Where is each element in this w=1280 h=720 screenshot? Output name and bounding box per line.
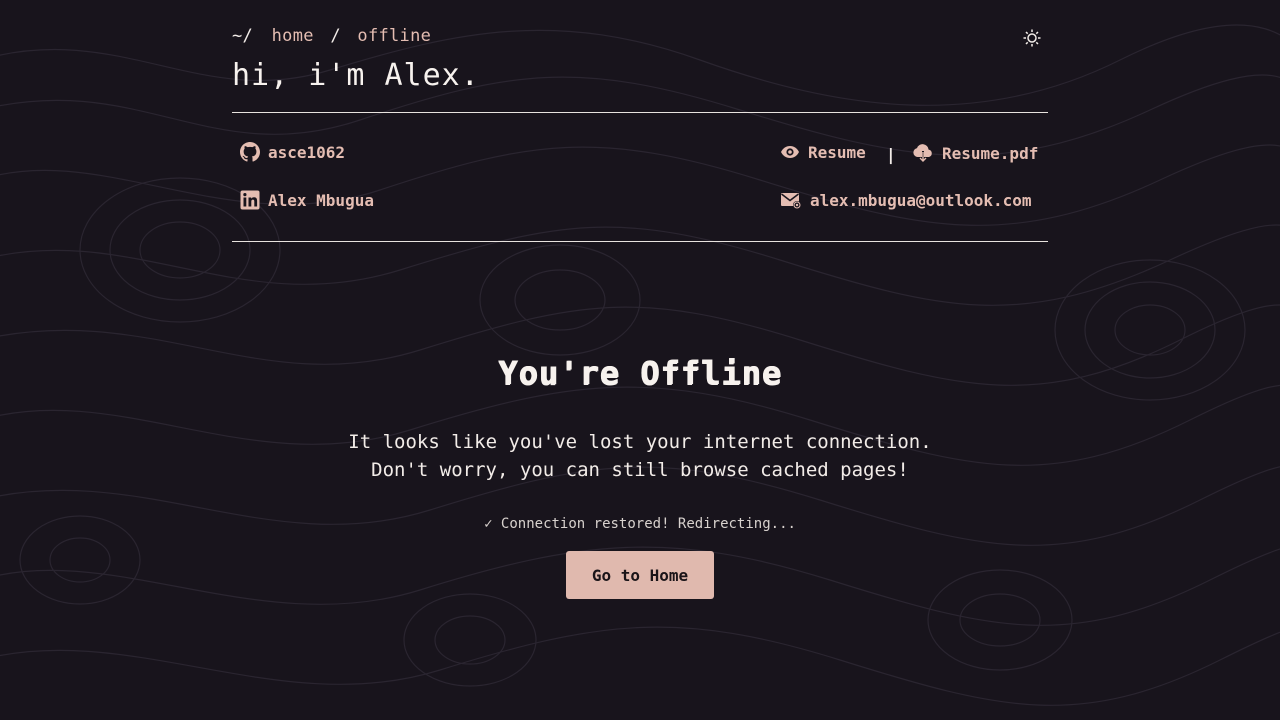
page-title: hi, i'm Alex. (232, 58, 480, 93)
email-address: alex.mbugua@outlook.com (810, 190, 1032, 210)
linkedin-name: Alex Mbugua (268, 190, 374, 210)
breadcrumb-home-link[interactable]: home (272, 26, 314, 46)
github-icon (240, 142, 260, 162)
offline-message-line2: Don't worry, you can still browse cached… (371, 459, 909, 481)
linkedin-link[interactable]: Alex Mbugua (240, 190, 374, 210)
linkedin-icon (240, 190, 260, 210)
offline-message-line1: It looks like you've lost your internet … (348, 431, 932, 453)
offline-message: It looks like you've lost your internet … (232, 428, 1048, 484)
resume-pdf-label: Resume.pdf (942, 143, 1039, 163)
theme-toggle-button[interactable] (1022, 28, 1042, 48)
go-home-button[interactable]: Go to Home (566, 551, 714, 599)
breadcrumb-root: ~/ (232, 26, 254, 46)
cloud-download-icon (913, 144, 932, 163)
github-username: asce1062 (268, 142, 346, 162)
link-separator: | (886, 145, 896, 164)
resume-view-link[interactable]: Resume (780, 142, 866, 162)
breadcrumb-separator: / (330, 26, 341, 46)
offline-heading: You're Offline (498, 354, 782, 392)
resume-pdf-download-link[interactable]: Resume.pdf (912, 142, 1038, 164)
contacts-divider (232, 241, 1048, 242)
connection-status: ✓ Connection restored! Redirecting... (484, 516, 796, 532)
sun-icon (1023, 29, 1041, 47)
header-divider (232, 112, 1048, 113)
mail-icon (781, 193, 801, 209)
resume-label: Resume (808, 142, 866, 162)
github-link[interactable]: asce1062 (240, 142, 345, 162)
email-link[interactable]: alex.mbugua@outlook.com (780, 190, 1032, 210)
eye-icon (781, 146, 799, 158)
page-container: ~/ home / offline hi, i'm Alex. asce1062 (232, 0, 1048, 720)
breadcrumb-current[interactable]: offline (357, 26, 431, 46)
breadcrumb: ~/ home / offline (232, 26, 431, 46)
